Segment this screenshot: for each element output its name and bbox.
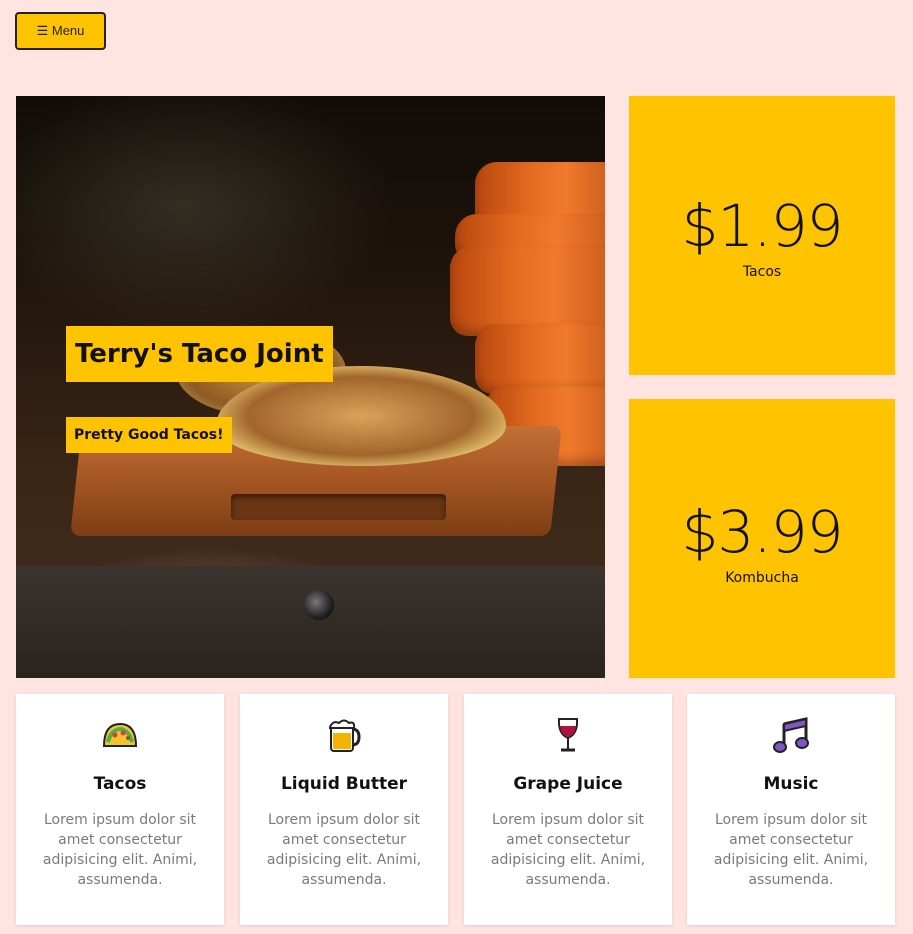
feature-card-liquid-butter: Liquid Butter Lorem ipsum dolor sit amet… [240,694,448,925]
feature-title: Grape Juice [513,774,623,794]
hero-subtitle: Pretty Good Tacos! [66,417,232,453]
feature-title: Music [763,774,819,794]
feature-text: Lorem ipsum dolor sit amet consectetur a… [42,812,198,888]
hero-title: Terry's Taco Joint [66,326,333,382]
taco-icon [16,716,224,754]
price-amount: $1.99 [681,191,843,260]
price-card-tacos: $1.99 Tacos [629,96,895,375]
feature-text: Lorem ipsum dolor sit amet consectetur a… [266,812,422,888]
price-card-kombucha: $3.99 Kombucha [629,399,895,678]
feature-text: Lorem ipsum dolor sit amet consectetur a… [490,812,646,888]
hero-image: Terry's Taco Joint Pretty Good Tacos! [16,96,605,678]
wine-glass-icon [464,716,672,754]
music-notes-icon [687,716,895,754]
feature-text: Lorem ipsum dolor sit amet consectetur a… [713,812,869,888]
feature-title: Tacos [93,774,147,794]
price-item-label: Kombucha [725,569,799,586]
feature-card-tacos: Tacos Lorem ipsum dolor sit amet consect… [16,694,224,925]
price-item-label: Tacos [742,263,782,280]
menu-button[interactable]: ☰ Menu [15,12,106,50]
price-amount: $3.99 [681,497,843,566]
feature-card-music: Music Lorem ipsum dolor sit amet consect… [687,694,895,925]
feature-card-grape-juice: Grape Juice Lorem ipsum dolor sit amet c… [464,694,672,925]
feature-title: Liquid Butter [280,774,408,794]
beer-mug-icon [240,716,448,754]
